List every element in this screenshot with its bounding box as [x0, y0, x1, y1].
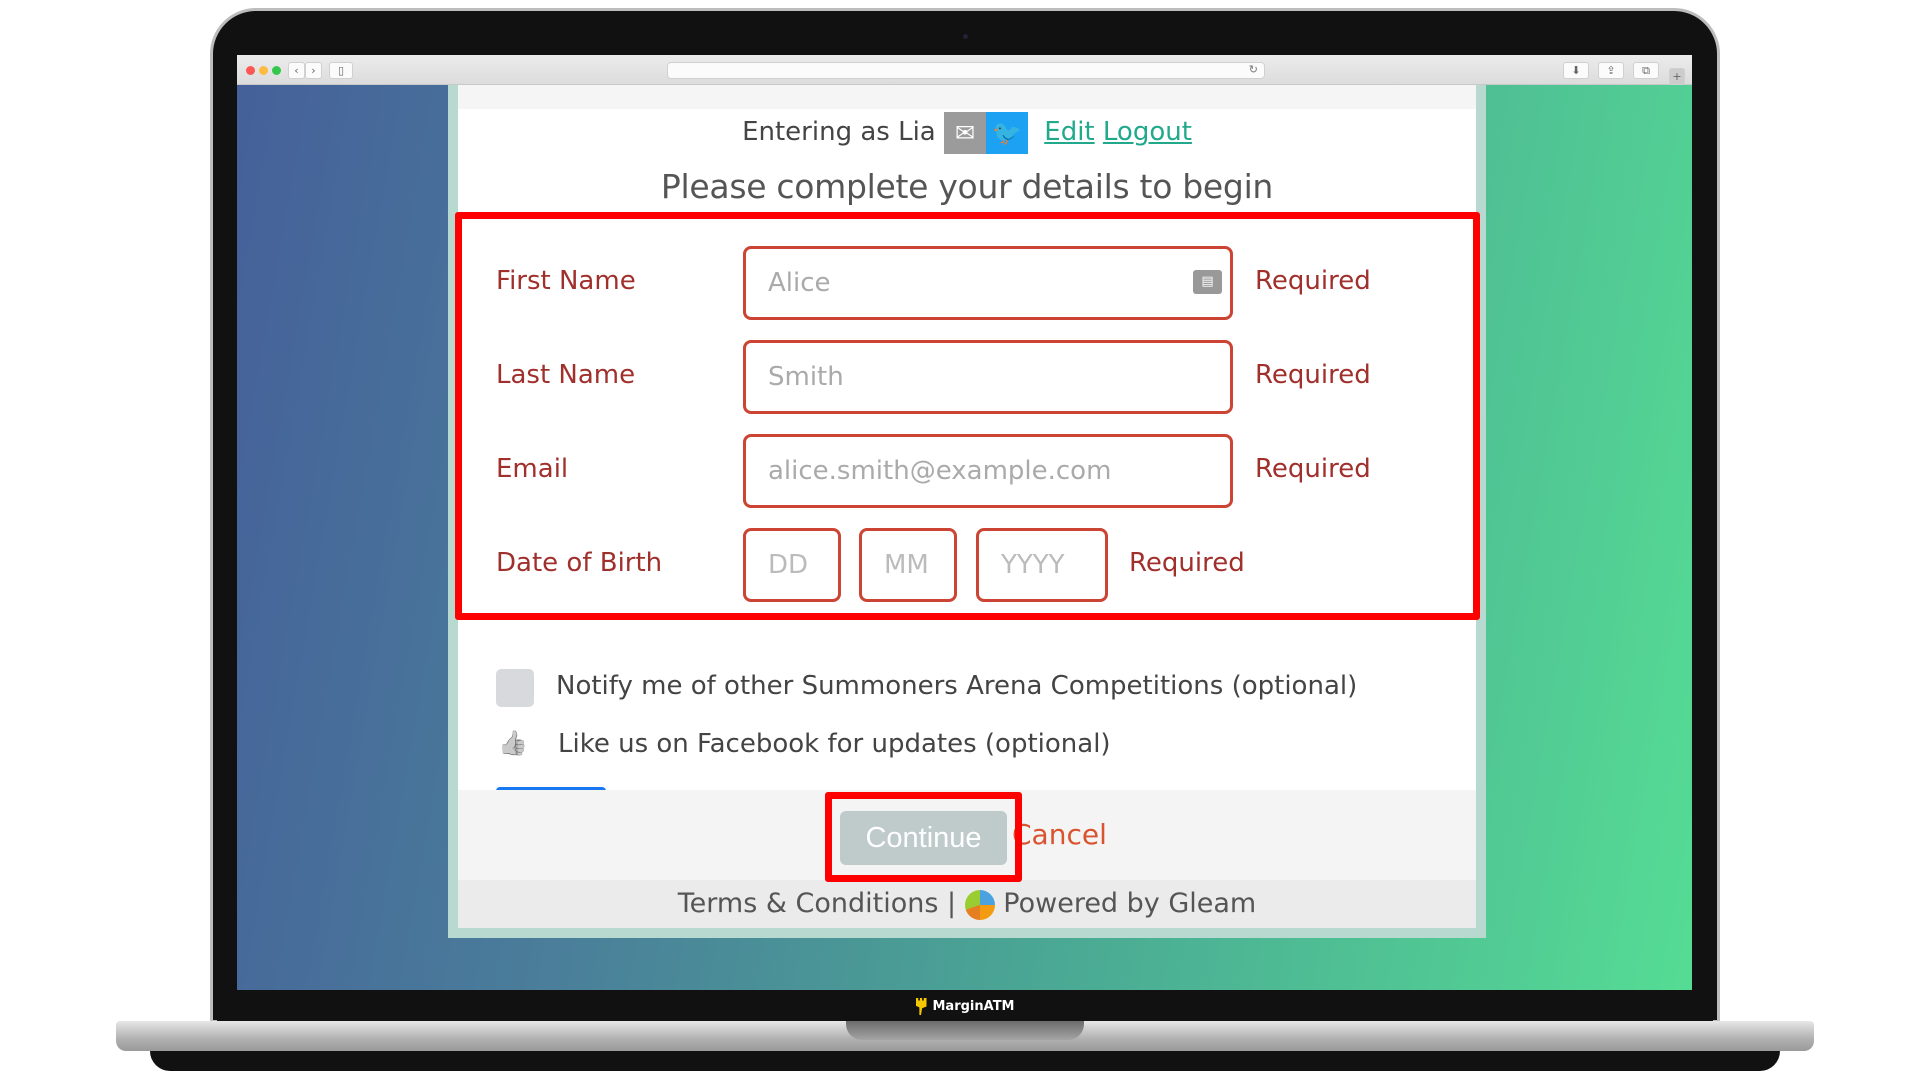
entering-as-bar: Entering as Lia ✉ 🐦 Edit Logout — [458, 111, 1476, 154]
form-title: Please complete your details to begin — [660, 167, 1274, 206]
new-tab-button[interactable]: + — [1669, 68, 1685, 85]
forward-icon[interactable]: › — [305, 62, 322, 79]
thumbs-up-icon: 👍 — [498, 729, 528, 757]
brand-text: MarginATM — [932, 999, 1015, 1014]
address-bar[interactable]: ↻ — [667, 62, 1265, 79]
maximize-window-button[interactable] — [272, 66, 281, 75]
footer-separator: | — [946, 888, 957, 919]
email-icon: ✉ — [944, 111, 986, 154]
twitter-icon: 🐦 — [986, 111, 1028, 154]
form-highlight-box — [455, 212, 1480, 620]
notify-label: Notify me of other Summoners Arena Compe… — [556, 671, 1358, 701]
browser-toolbar: ‹ › ▯ ↻ ⬇ ⇪ ⧉ + — [237, 55, 1692, 85]
powered-by-gleam-link[interactable]: Powered by Gleam — [1003, 888, 1256, 919]
back-icon[interactable]: ‹ — [288, 62, 305, 79]
share-icon[interactable]: ⇪ — [1598, 62, 1624, 79]
terms-link[interactable]: Terms & Conditions — [678, 888, 939, 919]
minimize-window-button[interactable] — [259, 66, 268, 75]
close-window-button[interactable] — [246, 66, 255, 75]
widget-footer: Terms & Conditions | Powered by Gleam — [458, 880, 1476, 928]
reload-icon[interactable]: ↻ — [1249, 63, 1258, 76]
download-icon[interactable]: ⬇ — [1563, 62, 1589, 79]
marginatm-logo-icon — [915, 998, 927, 1015]
gleam-logo-icon — [964, 889, 995, 920]
facebook-like-label: Like us on Facebook for updates (optiona… — [558, 729, 1111, 759]
laptop-hinge-notch — [846, 1021, 1084, 1040]
widget-top-strip — [458, 85, 1476, 109]
laptop-brand: MarginATM — [217, 990, 1713, 1023]
laptop-bezel: MarginATM — [217, 990, 1713, 1023]
tabs-overview-icon[interactable]: ⧉ — [1633, 62, 1659, 79]
continue-highlight-box — [825, 792, 1022, 882]
notify-checkbox[interactable] — [496, 669, 534, 707]
camera — [963, 34, 968, 39]
entering-as-text: Entering as Lia — [742, 117, 936, 147]
laptop-bottom — [150, 1051, 1780, 1071]
edit-link[interactable]: Edit — [1044, 117, 1094, 147]
cancel-link[interactable]: Cancel — [1012, 818, 1107, 851]
logout-link[interactable]: Logout — [1103, 117, 1192, 147]
sidebar-icon[interactable]: ▯ — [329, 62, 353, 79]
